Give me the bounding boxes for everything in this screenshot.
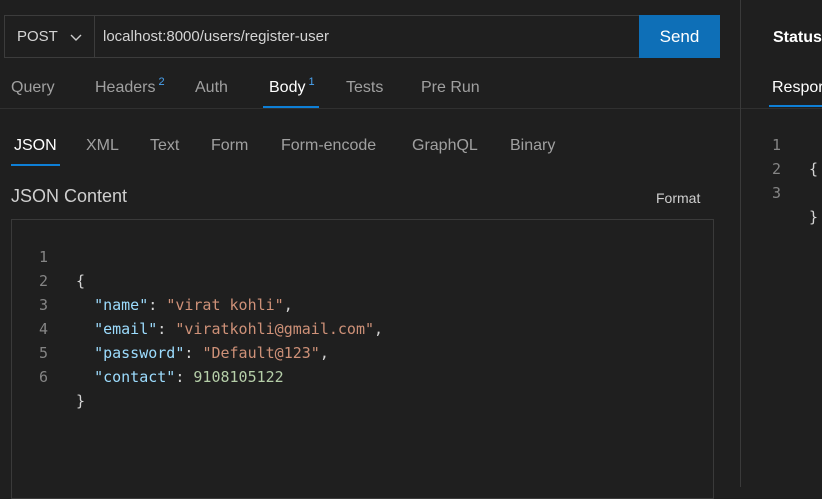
close-brace: } (76, 392, 86, 410)
response-line: 3 } (741, 157, 818, 226)
tab-pre-run[interactable]: Pre Run (421, 68, 480, 108)
active-tab-indicator (769, 105, 822, 107)
code-line: 4 "password": "Default@123", (12, 293, 713, 362)
request-panel: POST Send Query Headers 2 Auth Body 1 Te… (0, 0, 740, 499)
line-number: 3 (771, 184, 781, 202)
tab-query[interactable]: Query (11, 68, 55, 108)
method-label: POST (17, 28, 58, 45)
tab-label: Headers (95, 79, 156, 96)
json-content-title: JSON Content (11, 186, 128, 206)
tab-response[interactable]: Respor (772, 79, 822, 97)
body-tab-text[interactable]: Text (150, 130, 179, 166)
tab-label: Pre Run (421, 79, 480, 96)
code-line: 1 { (12, 221, 713, 290)
body-tab-form-encode[interactable]: Form-encode (281, 130, 376, 166)
body-tab-binary[interactable]: Binary (510, 130, 555, 166)
code-line: 2 "name": "virat kohli", (12, 245, 713, 314)
chevron-down-icon (70, 34, 82, 41)
tab-label: Tests (346, 79, 384, 96)
status-label: Status (773, 29, 822, 46)
json-editor[interactable]: 1 { 2 "name": "virat kohli", 3 "email": … (11, 219, 714, 499)
code-line: 5 "contact": 9108105122 (12, 317, 713, 386)
body-tab-xml[interactable]: XML (86, 130, 119, 166)
url-input[interactable] (95, 16, 639, 57)
tab-label: Auth (195, 79, 228, 96)
tab-badge: 1 (308, 76, 315, 88)
tab-badge: 2 (158, 76, 165, 88)
tab-body[interactable]: Body 1 (263, 68, 319, 108)
method-select[interactable]: POST (5, 16, 95, 57)
body-type-tabs: JSON XML Text Form Form-encode GraphQL B… (0, 130, 740, 166)
tab-label: Query (11, 79, 55, 96)
body-tab-json[interactable]: JSON (11, 130, 60, 166)
line-number: 6 (38, 368, 48, 386)
tab-tests[interactable]: Tests (346, 68, 383, 108)
response-line: 2 (741, 133, 781, 178)
tab-label: Body (269, 79, 306, 96)
send-button[interactable]: Send (639, 15, 720, 58)
tab-headers[interactable]: Headers 2 (95, 68, 165, 108)
code-line: 6 } (12, 341, 713, 410)
request-tabs: Query Headers 2 Auth Body 1 Tests Pre Ru… (0, 68, 740, 108)
body-tab-form[interactable]: Form (211, 130, 248, 166)
tab-auth[interactable]: Auth (195, 68, 228, 108)
response-panel: Status Respor 1 { 2 3 } (741, 0, 822, 487)
response-line: 1 { (741, 109, 818, 178)
response-code: } (809, 208, 819, 226)
tabs-divider (0, 108, 740, 109)
json-number-value: 9108105122 (193, 368, 284, 386)
code-line: 3 "email": "viratkohli@gmail.com", (12, 269, 713, 338)
body-tab-graphql[interactable]: GraphQL (412, 130, 478, 166)
json-key: "contact" (94, 368, 176, 386)
url-bar: POST Send (4, 15, 720, 58)
response-code: { (809, 160, 819, 178)
format-button[interactable]: Format (656, 190, 700, 206)
